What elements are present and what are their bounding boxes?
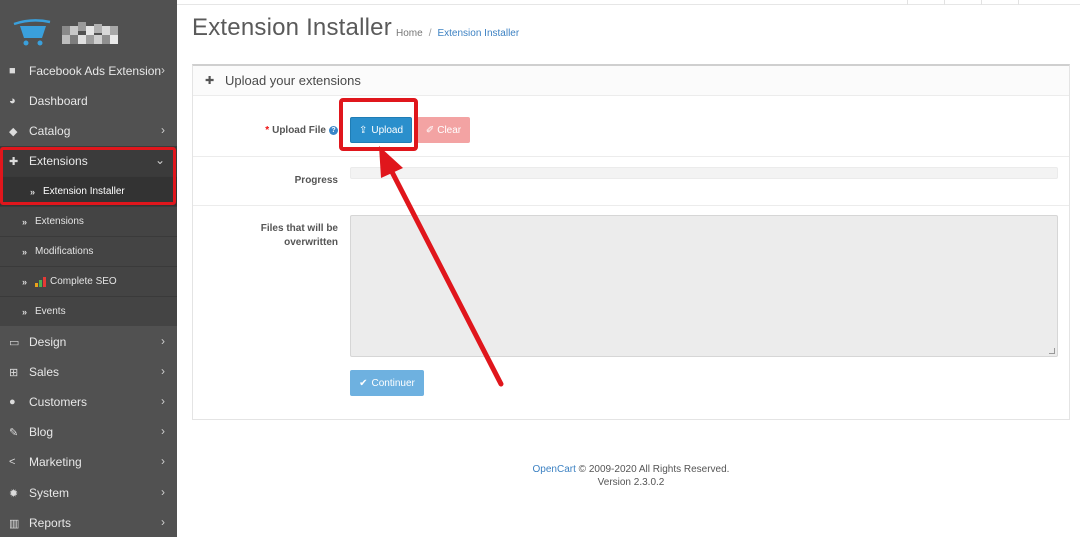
dashboard-icon: ◕ (9, 95, 16, 107)
sidebar: ■ Facebook Ads Extension › ◕ Dashboard ◆… (0, 0, 177, 537)
double-chevron-icon: » (22, 216, 28, 227)
upload-file-label-text: Upload File (272, 125, 326, 136)
user-icon: ● (9, 396, 16, 408)
sidebar-item-reports[interactable]: ▥ Reports › (0, 508, 177, 538)
sidebar-item-label: Blog (29, 425, 54, 439)
eraser-icon: ✐ (425, 124, 435, 136)
double-chevron-icon: » (22, 306, 28, 317)
sidebar-subitem-label: Complete SEO (50, 276, 117, 287)
chevron-right-icon: › (161, 485, 165, 499)
divider (193, 205, 1069, 206)
sidebar-item-label: Catalog (29, 124, 71, 138)
overwritten-files-textarea[interactable] (350, 215, 1058, 357)
sidebar-item-label: Facebook Ads Extension (29, 64, 162, 78)
sidebar-item-marketing[interactable]: < Marketing › (0, 447, 177, 477)
upload-file-label: * Upload File? (265, 124, 338, 138)
footer-brand-link[interactable]: OpenCart (533, 464, 576, 475)
toolbar-cell[interactable] (1018, 0, 1080, 5)
sidebar-subitem-modifications[interactable]: » Modifications (0, 236, 177, 266)
sidebar-item-sales[interactable]: ⊞ Sales › (0, 357, 177, 387)
sidebar-subitem-extensions[interactable]: » Extensions (0, 206, 177, 236)
chevron-right-icon: › (161, 515, 165, 529)
clear-button-label: Clear (437, 124, 462, 136)
sidebar-item-customers[interactable]: ● Customers › (0, 387, 177, 417)
chevron-right-icon: › (161, 424, 165, 438)
sidebar-item-dashboard[interactable]: ◕ Dashboard (0, 86, 177, 116)
chevron-right-icon: › (161, 394, 165, 408)
facebook-icon: ■ (9, 65, 16, 77)
sidebar-subitem-label: Events (35, 306, 66, 317)
clear-button[interactable]: ✐ Clear (417, 117, 470, 143)
tag-icon: ◆ (9, 125, 18, 138)
annotation-highlight-box (339, 98, 418, 151)
seo-chart-icon (35, 276, 47, 287)
continue-button[interactable]: ✔ Continuer (350, 370, 424, 396)
breadcrumb-current[interactable]: Extension Installer (437, 28, 519, 39)
progress-label: Progress (294, 175, 338, 186)
progress-bar (350, 167, 1058, 179)
chevron-right-icon: › (161, 63, 165, 77)
opencart-logo-icon (13, 19, 51, 46)
sidebar-item-label: Customers (29, 395, 88, 409)
top-toolbar-strip (177, 0, 1080, 5)
sidebar-item-label: System (29, 486, 70, 500)
toolbar-cell[interactable] (944, 0, 981, 5)
toolbar-cell[interactable] (981, 0, 1018, 5)
page-title: Extension Installer (192, 14, 392, 41)
cart-icon: ⊞ (9, 366, 19, 379)
resize-handle[interactable] (1049, 348, 1055, 354)
logo[interactable] (0, 0, 177, 56)
breadcrumb-home[interactable]: Home (396, 28, 423, 39)
sidebar-item-catalog[interactable]: ◆ Catalog › (0, 116, 177, 146)
chevron-right-icon: › (161, 123, 165, 137)
continue-button-label: Continuer (371, 377, 415, 389)
footer-version: Version 2.3.0.2 (597, 477, 665, 488)
sidebar-item-label: Design (29, 335, 67, 349)
overwrite-label-line2: overwritten (284, 237, 338, 248)
double-chevron-icon: » (22, 276, 28, 287)
footer: OpenCart © 2009-2020 All Rights Reserved… (500, 463, 762, 489)
sidebar-subitem-label: Extensions (35, 216, 84, 227)
puzzle-icon: ✚ (205, 75, 215, 87)
chevron-right-icon: › (161, 454, 165, 468)
sidebar-subitem-complete-seo[interactable]: » Complete SEO (0, 266, 177, 296)
sidebar-subitem-label: Modifications (35, 246, 94, 257)
help-icon[interactable]: ? (329, 126, 338, 135)
bar-chart-icon: ▥ (9, 517, 20, 530)
sidebar-item-label: Dashboard (29, 94, 88, 108)
divider (193, 156, 1069, 157)
sidebar-item-blog[interactable]: ✎ Blog › (0, 417, 177, 447)
sidebar-subitem-events[interactable]: » Events (0, 296, 177, 326)
panel-heading: ✚ Upload your extensions (193, 66, 1069, 96)
double-chevron-icon: » (22, 246, 28, 257)
sidebar-item-system[interactable]: ✹ System › (0, 478, 177, 508)
chevron-right-icon: › (161, 364, 165, 378)
cog-icon: ✹ (9, 487, 19, 500)
share-icon: < (9, 456, 16, 468)
pixelated-brand-icon (62, 22, 118, 44)
footer-copyright: © 2009-2020 All Rights Reserved. (575, 464, 730, 475)
annotation-highlight-box (0, 147, 176, 205)
sidebar-item-label: Marketing (29, 455, 82, 469)
chevron-right-icon: › (161, 334, 165, 348)
edit-icon: ✎ (9, 426, 19, 439)
required-marker: * (265, 125, 270, 136)
sidebar-item-facebook-ads-extension[interactable]: ■ Facebook Ads Extension › (0, 56, 177, 86)
overwrite-label-line1: Files that will be (260, 223, 338, 234)
sidebar-item-label: Reports (29, 516, 72, 530)
sidebar-item-label: Sales (29, 365, 60, 379)
toolbar-cell[interactable] (907, 0, 944, 5)
sidebar-item-design[interactable]: ▭ Design › (0, 327, 177, 357)
monitor-icon: ▭ (9, 336, 20, 349)
check-icon: ✔ (359, 377, 368, 389)
panel-heading-title: Upload your extensions (225, 73, 361, 88)
breadcrumb: Home / Extension Installer (396, 28, 520, 39)
overwrite-label: Files that will be overwritten (261, 222, 338, 250)
